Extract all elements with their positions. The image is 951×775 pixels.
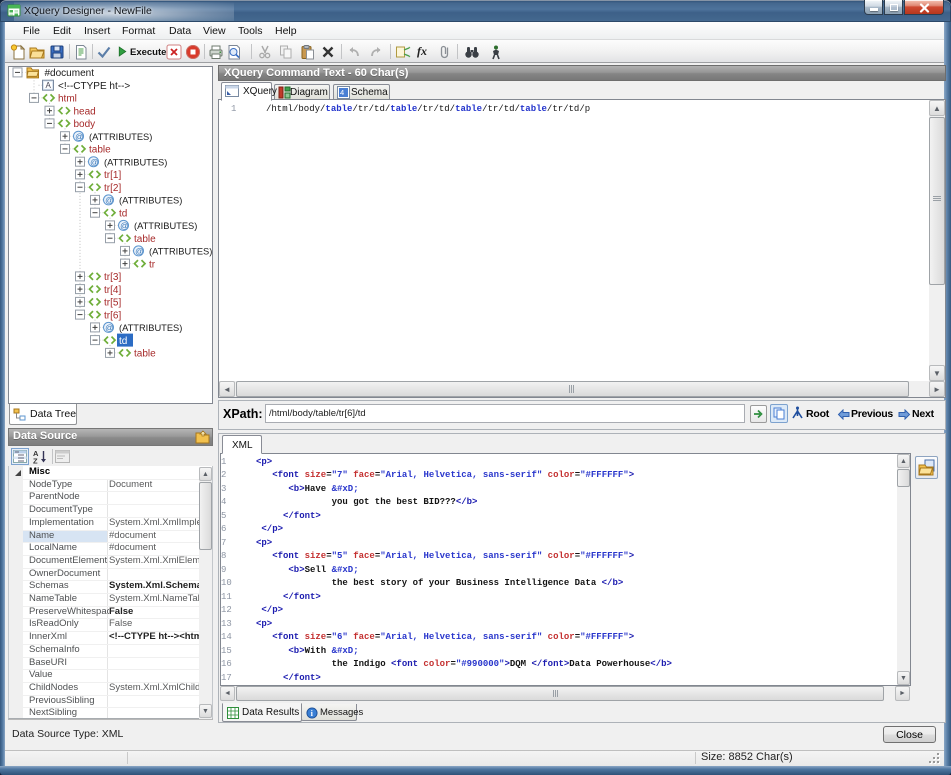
svg-text:@: @	[75, 131, 84, 141]
svg-text:4: 4	[340, 88, 344, 97]
svg-text:table: table	[134, 234, 156, 245]
svg-text:<!--CTYPE ht-->: <!--CTYPE ht-->	[58, 81, 130, 92]
svg-text:@: @	[135, 246, 144, 256]
svg-text:tr[6]: tr[6]	[104, 310, 121, 321]
svg-text:#document: #document	[45, 68, 95, 79]
svg-text:head: head	[74, 107, 96, 118]
svg-text:Z: Z	[33, 457, 38, 465]
svg-text:(ATTRIBUTES): (ATTRIBUTES)	[134, 221, 197, 231]
svg-text:A: A	[46, 81, 52, 90]
svg-text:html: html	[58, 94, 77, 105]
svg-text:(ATTRIBUTES): (ATTRIBUTES)	[89, 132, 152, 142]
svg-text:(ATTRIBUTES): (ATTRIBUTES)	[149, 247, 212, 257]
svg-text:tr[5]: tr[5]	[104, 298, 121, 309]
svg-text:@: @	[105, 323, 114, 333]
svg-text:tr[2]: tr[2]	[104, 183, 121, 194]
svg-text:body: body	[74, 119, 96, 130]
svg-text:td: td	[119, 336, 127, 347]
svg-text:@: @	[105, 195, 114, 205]
svg-text:(ATTRIBUTES): (ATTRIBUTES)	[104, 158, 167, 168]
svg-text:@: @	[90, 157, 99, 167]
svg-text:table: table	[134, 349, 156, 360]
svg-text:tr[4]: tr[4]	[104, 285, 121, 296]
svg-text:table: table	[89, 145, 111, 156]
svg-text:(ATTRIBUTES): (ATTRIBUTES)	[119, 323, 182, 333]
svg-text:tr: tr	[149, 259, 156, 270]
svg-text:@: @	[120, 221, 129, 231]
svg-text:td: td	[119, 209, 127, 220]
svg-text:(ATTRIBUTES): (ATTRIBUTES)	[119, 196, 182, 206]
svg-text:tr[3]: tr[3]	[104, 272, 121, 283]
svg-text:tr[1]: tr[1]	[104, 170, 121, 181]
